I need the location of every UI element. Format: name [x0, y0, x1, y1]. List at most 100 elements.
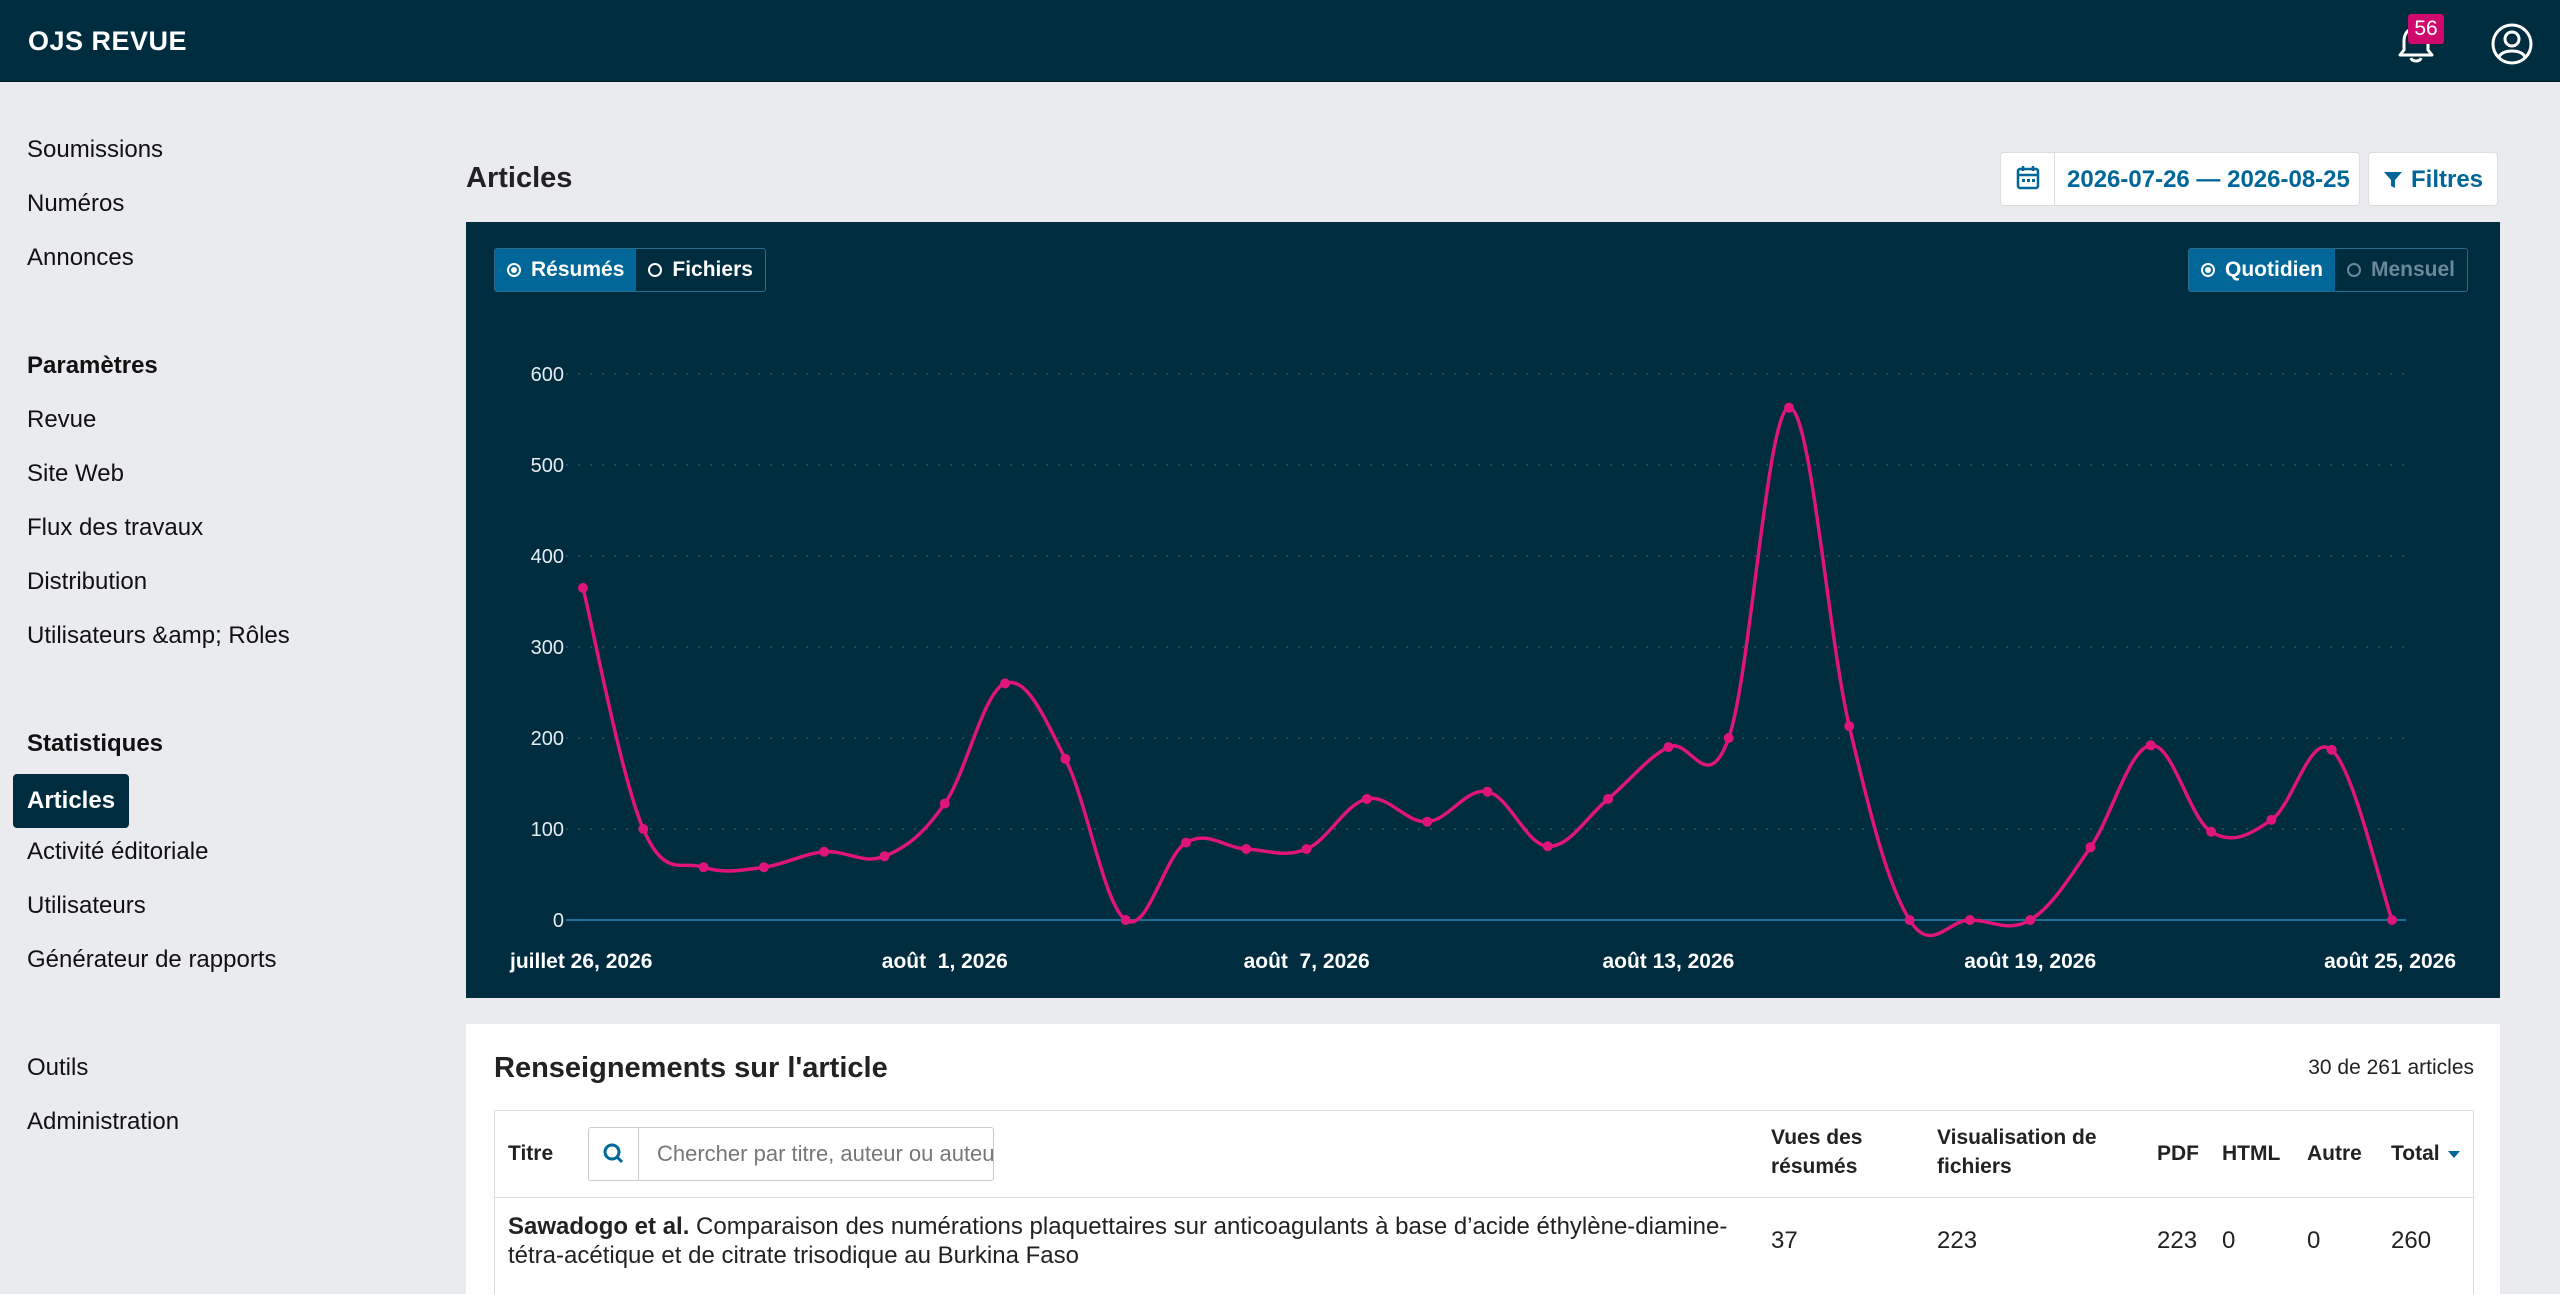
sidebar-item-journal[interactable]: Revue: [27, 406, 96, 434]
data-point: [2206, 826, 2217, 837]
line-chart: 0 100 200 300 400 500 600 juillet 26, 2026 août …: [509, 364, 2456, 973]
user-account-icon[interactable]: [2490, 22, 2534, 66]
search-icon: [603, 1143, 624, 1164]
column-header-abstract-views: Vues des résumés: [1771, 1126, 1863, 1178]
data-point: [1422, 816, 1433, 827]
article-title-cell[interactable]: Sawadogo et al. Comparaison des numérati…: [508, 1212, 1728, 1270]
notification-count-badge: 56: [2408, 14, 2444, 44]
x-tick-label: août 25, 2026: [2324, 950, 2456, 973]
data-point: [1060, 753, 1071, 764]
y-tick-label: 600: [531, 364, 564, 386]
sidebar-item-website[interactable]: Site Web: [27, 460, 124, 488]
data-point: [819, 846, 830, 857]
sidebar-item-submissions[interactable]: Soumissions: [27, 136, 163, 164]
data-point: [1723, 733, 1734, 743]
app-title[interactable]: OJS REVUE: [28, 26, 187, 57]
search-input[interactable]: [639, 1128, 993, 1180]
file-views-cell: 223: [1937, 1227, 1978, 1254]
filters-label: Filtres: [2411, 166, 2484, 193]
sidebar-item-announcements[interactable]: Annonces: [27, 244, 134, 272]
sidebar-item-issues[interactable]: Numéros: [27, 190, 124, 218]
data-point: [1482, 786, 1493, 797]
data-point: [1904, 915, 1915, 925]
article-count: 30 de 261 articles: [2308, 1056, 2474, 1079]
sidebar-item-administration[interactable]: Administration: [27, 1108, 179, 1136]
y-tick-label: 300: [531, 637, 564, 659]
calendar-icon: [2016, 166, 2040, 190]
x-tick-label: juillet 26, 2026: [509, 950, 652, 973]
series-line: [581, 405, 2394, 938]
articles-table: Titre Vues des résumés Visualisation de …: [494, 1110, 2474, 1294]
data-point: [1784, 402, 1794, 413]
data-point: [1241, 844, 1252, 855]
article-authors: Sawadogo et al.: [508, 1213, 690, 1240]
data-point: [2266, 814, 2277, 825]
column-header-other: Autre: [2307, 1142, 2362, 1165]
sidebar-heading-statistics: Statistiques: [27, 730, 164, 757]
y-tick-label: 200: [531, 728, 564, 750]
search-button[interactable]: [589, 1128, 639, 1180]
calendar-button[interactable]: [2001, 153, 2055, 205]
sidebar: Soumissions Numéros Annonces Paramètres …: [0, 82, 440, 1294]
sidebar-heading-settings: Paramètres: [27, 352, 158, 379]
data-point: [1120, 915, 1131, 925]
data-point: [879, 851, 890, 862]
sidebar-item-users[interactable]: Utilisateurs: [27, 892, 146, 920]
x-tick-label: août 13, 2026: [1602, 950, 1734, 973]
total-cell: 260: [2391, 1227, 2432, 1254]
article-search[interactable]: [588, 1127, 994, 1181]
column-header-total-label: Total: [2391, 1142, 2440, 1165]
column-header-pdf: PDF: [2157, 1142, 2199, 1165]
y-tick-label: 100: [531, 819, 564, 841]
html-cell: 0: [2222, 1227, 2236, 1254]
data-point: [1361, 793, 1372, 804]
data-point: [2025, 915, 2036, 925]
x-tick-label: août 19, 2026: [1964, 950, 2096, 973]
data-point: [939, 798, 950, 809]
filters-button[interactable]: Filtres: [2368, 152, 2498, 206]
sidebar-item-tools[interactable]: Outils: [27, 1054, 88, 1082]
top-bar: OJS REVUE 56: [0, 0, 2560, 82]
x-tick-label: août 7, 2026: [1244, 950, 1370, 973]
y-tick-label: 400: [531, 546, 564, 568]
sidebar-item-articles[interactable]: Articles: [13, 774, 130, 828]
filter-icon: [2384, 172, 2402, 188]
page-title: Articles: [466, 162, 573, 194]
data-point: [1663, 742, 1674, 753]
x-tick-label: août 1, 2026: [882, 950, 1008, 973]
data-point: [1181, 837, 1191, 848]
sidebar-item-report-generator[interactable]: Générateur de rapports: [27, 946, 276, 974]
data-point: [1964, 915, 1975, 925]
data-point: [2085, 842, 2096, 853]
pdf-cell: 223: [2157, 1227, 2198, 1254]
data-point: [578, 582, 588, 593]
data-point: [1542, 841, 1553, 852]
data-point: [2326, 744, 2337, 755]
column-header-html: HTML: [2222, 1142, 2281, 1165]
data-point: [698, 862, 709, 873]
chart-panel: Résumés Fichiers Quotidien Mensuel 0 100 2…: [466, 222, 2500, 998]
article-details-card: Renseignements sur l'article 30 de 261 a…: [466, 1024, 2500, 1294]
data-point: [1301, 844, 1312, 855]
article-details-title: Renseignements sur l'article: [494, 1052, 888, 1084]
data-point: [638, 824, 649, 834]
data-point: [2387, 915, 2397, 925]
sort-descending-icon: [2447, 1150, 2460, 1158]
data-point: [1844, 721, 1855, 732]
data-point: [758, 862, 769, 873]
abstract-views-cell: 37: [1771, 1227, 1798, 1254]
y-tick-label: 0: [553, 910, 564, 932]
data-point: [2145, 740, 2156, 751]
article-title: Comparaison des numérations plaquettaire…: [508, 1213, 1728, 1269]
date-range-label: 2026-07-26 — 2026-08-25: [2067, 166, 2350, 193]
sidebar-item-distribution[interactable]: Distribution: [27, 568, 147, 596]
y-tick-label: 500: [531, 455, 564, 477]
other-cell: 0: [2307, 1227, 2321, 1254]
table-row[interactable]: Sawadogo et al. Comparaison des numérati…: [495, 1198, 2473, 1284]
sidebar-item-editorial-activity[interactable]: Activité éditoriale: [27, 838, 208, 866]
sidebar-item-users-roles[interactable]: Utilisateurs &amp; Rôles: [27, 622, 290, 650]
date-range-button[interactable]: 2026-07-26 — 2026-08-25: [2000, 152, 2360, 206]
sidebar-item-workflow[interactable]: Flux des travaux: [27, 514, 203, 542]
column-header-file-views: Visualisation de fichiers: [1937, 1126, 2097, 1178]
column-header-total[interactable]: Total: [2391, 1139, 2460, 1168]
